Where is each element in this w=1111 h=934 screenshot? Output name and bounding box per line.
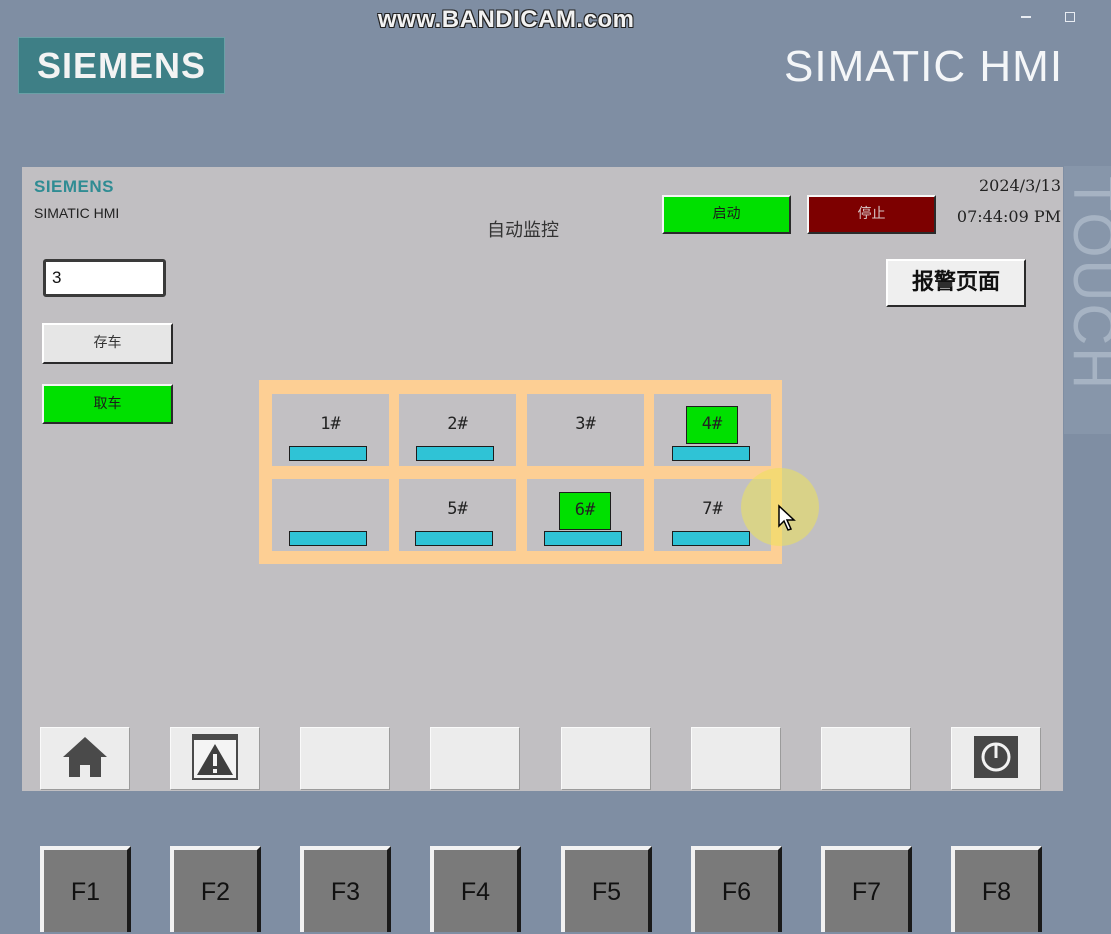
softkey-7[interactable]: [821, 727, 911, 790]
function-key-label: F4: [460, 878, 491, 906]
function-key-f2[interactable]: F2: [170, 846, 261, 932]
touch-side-label: TOUCH: [1064, 166, 1111, 434]
minimize-icon[interactable]: [1021, 16, 1031, 18]
stop-button[interactable]: 停止: [807, 195, 936, 234]
time-display: 07:44:09 PM: [956, 207, 1061, 226]
hmi-screen: SIEMENS SIMATIC HMI 自动监控 2024/3/13 07:44…: [22, 167, 1063, 791]
touch-side-text: TOUCH: [1064, 176, 1111, 392]
function-key-f4[interactable]: F4: [430, 846, 521, 932]
slot-label: 3#: [575, 414, 596, 434]
power-icon: [973, 735, 1019, 783]
parking-slot: 4#: [654, 394, 771, 466]
screen-product: SIMATIC HMI: [34, 205, 120, 221]
page-title: 自动监控: [487, 220, 559, 241]
function-key-f1[interactable]: F1: [40, 846, 131, 932]
bezel-siemens-logo: SIEMENS: [18, 37, 225, 94]
home-button[interactable]: [40, 727, 130, 790]
softkey-6[interactable]: [691, 727, 781, 790]
softkey-4[interactable]: [430, 727, 520, 790]
parking-slot: 1#: [272, 394, 389, 466]
slot-label: 2#: [447, 414, 468, 434]
parking-slot: 6#: [527, 479, 644, 551]
slot-label: 6#: [574, 500, 596, 520]
alarm-page-button[interactable]: 报警页面: [886, 259, 1026, 307]
parking-slot: 2#: [399, 394, 516, 466]
parking-slot: 3#: [527, 394, 644, 466]
function-key-label: F1: [70, 878, 101, 906]
function-key-label: F3: [330, 878, 361, 906]
slot-label: 5#: [447, 499, 468, 519]
start-button[interactable]: 启动: [662, 195, 791, 234]
retrieve-car-button[interactable]: 取车: [42, 384, 173, 424]
pallet: [672, 446, 750, 461]
slot-number-input[interactable]: 3: [43, 259, 166, 297]
function-key-f3[interactable]: F3: [300, 846, 391, 932]
function-key-f6[interactable]: F6: [691, 846, 782, 932]
function-key-label: F2: [200, 878, 231, 906]
slot-label: 1#: [320, 414, 341, 434]
alarm-view-button[interactable]: [170, 727, 260, 790]
pallet: [289, 531, 367, 546]
parking-grid: 1# 2# 3# 4# 5# 6# 7#: [259, 380, 782, 564]
softkey-5[interactable]: [561, 727, 651, 790]
function-key-label: F8: [981, 878, 1012, 906]
function-key-label: F5: [591, 878, 622, 906]
car: 4#: [686, 406, 738, 444]
store-car-button[interactable]: 存车: [42, 323, 173, 364]
bezel-brand-text: SIEMENS: [36, 45, 207, 86]
function-key-f7[interactable]: F7: [821, 846, 912, 932]
home-icon: [62, 735, 108, 783]
pallet: [672, 531, 750, 546]
bezel-product-name: SIMATIC HMI: [784, 42, 1064, 91]
pallet: [544, 531, 622, 546]
function-key-label: F6: [721, 878, 752, 906]
function-key-label: F7: [851, 878, 882, 906]
slot-label: 4#: [701, 414, 723, 434]
power-button[interactable]: [951, 727, 1041, 790]
watermark: www.BANDICAM.com: [378, 6, 635, 33]
mouse-cursor-icon: [777, 504, 797, 536]
function-key-f8[interactable]: F8: [951, 846, 1042, 932]
pallet: [415, 531, 493, 546]
parking-slot: 5#: [399, 479, 516, 551]
parking-slot: [272, 479, 389, 551]
pallet: [416, 446, 494, 461]
pallet: [289, 446, 367, 461]
maximize-icon[interactable]: [1065, 12, 1075, 22]
function-key-f5[interactable]: F5: [561, 846, 652, 932]
date-display: 2024/3/13: [978, 176, 1061, 195]
warning-icon: [191, 733, 239, 785]
car: 6#: [559, 492, 611, 530]
softkey-3[interactable]: [300, 727, 390, 790]
screen-brand: SIEMENS: [34, 177, 115, 196]
